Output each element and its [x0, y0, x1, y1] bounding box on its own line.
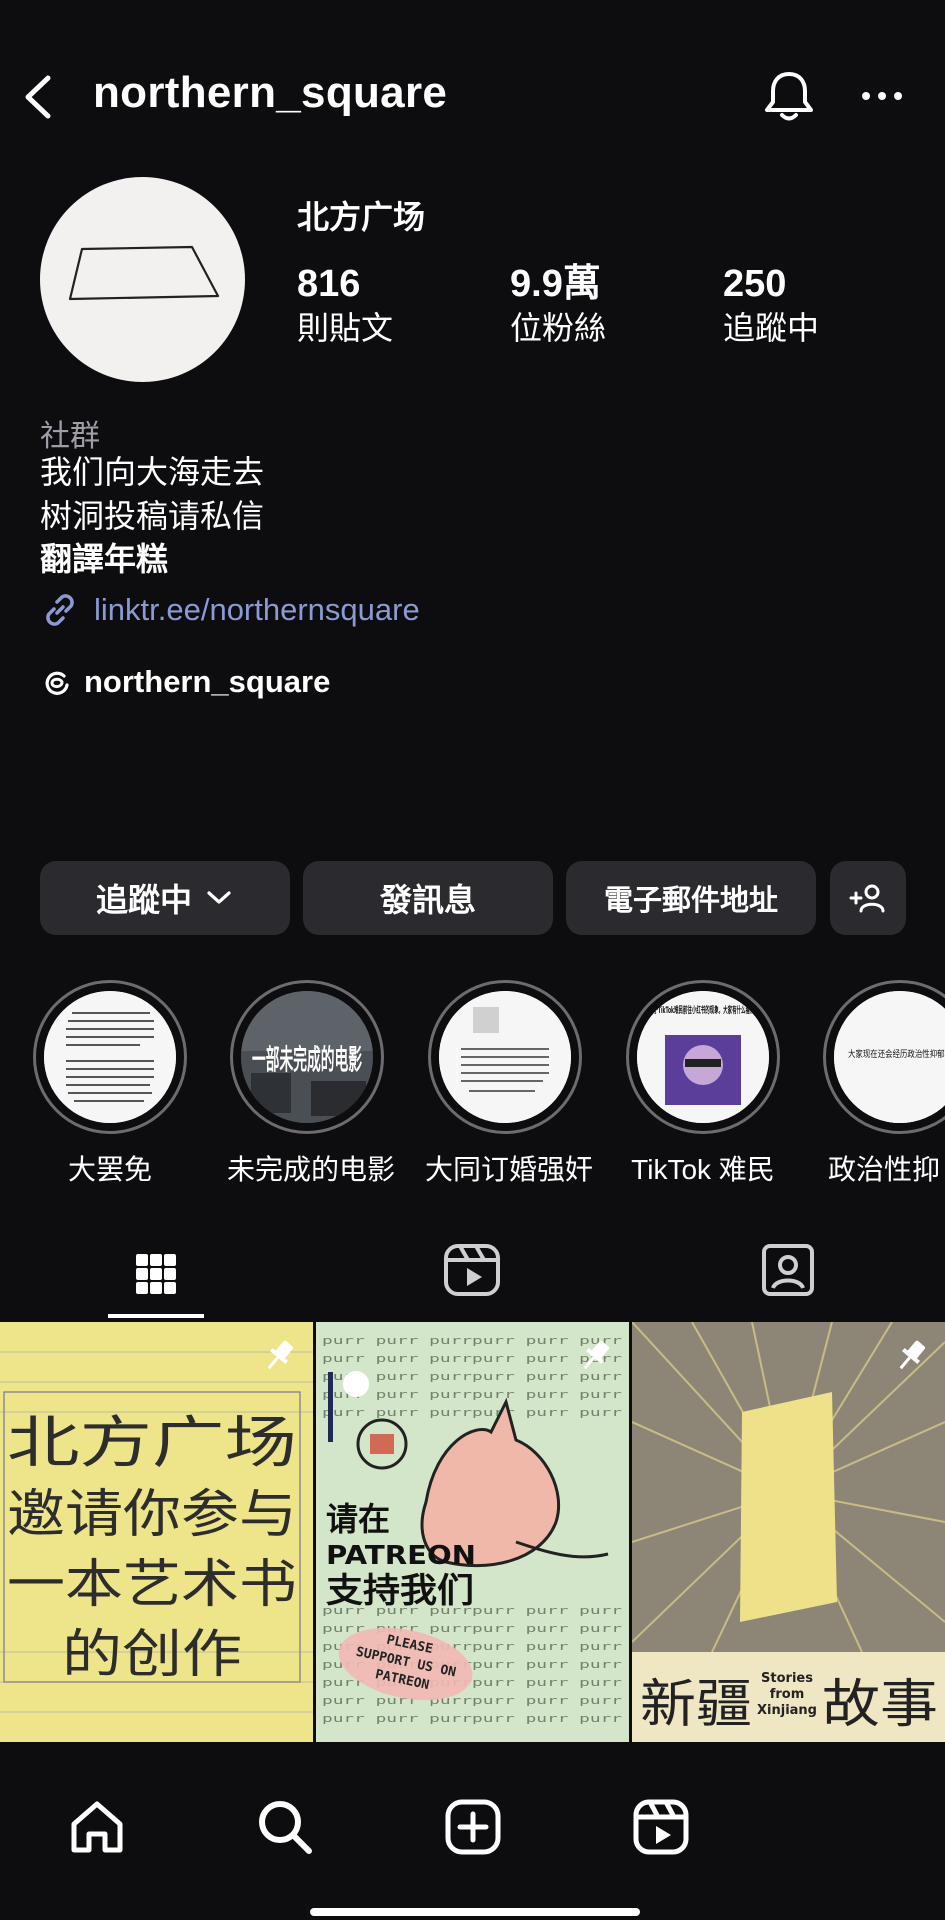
post-subtitle-line: from	[770, 1687, 805, 1702]
threads-badge[interactable]: northern_square	[40, 660, 330, 704]
threads-handle[interactable]: northern_square	[84, 664, 330, 700]
pinned-post-icon	[583, 1340, 610, 1370]
stat-following[interactable]: 250 追蹤中	[723, 262, 923, 348]
stat-followers[interactable]: 9.9萬 位粉絲	[510, 262, 710, 348]
threads-icon	[45, 671, 69, 695]
post-title-line: 支持我们	[326, 1571, 474, 1611]
display-name: 北方广场	[297, 199, 426, 235]
highlight-cover: 大家现在还会经历政治性抑郁吗	[834, 991, 945, 1123]
profile-avatar[interactable]	[40, 177, 245, 382]
highlight-ring	[428, 980, 582, 1134]
search-icon[interactable]	[254, 1796, 316, 1858]
chevron-down-icon	[207, 891, 231, 904]
highlight-ring: 对于TikTok难民前往小红书的现象，大家有什么看法?	[626, 980, 780, 1134]
highlight-cover-text: 一部未完成的电影	[252, 1043, 362, 1076]
active-tab-indicator	[108, 1314, 204, 1318]
following-button[interactable]: 追蹤中	[40, 861, 290, 935]
pinned-post-icon	[899, 1340, 926, 1370]
stat-posts[interactable]: 816 則貼文	[297, 262, 497, 348]
highlight-label: 大同订婚强奸	[425, 1154, 594, 1185]
back-arrow-icon[interactable]	[18, 72, 68, 122]
film-poster-thumbnail-icon: 一部未完成的电影	[241, 991, 373, 1123]
create-post-icon[interactable]	[442, 1796, 504, 1858]
bio-line: 树洞投稿请私信	[40, 498, 265, 534]
bottom-navigation-bar	[0, 1746, 945, 1920]
home-indicator	[310, 1908, 640, 1916]
post-thumbnail[interactable]: purr purr purrpurr purr purr purr purr p…	[316, 1322, 629, 1742]
post-text-line: 一本艺术书	[7, 1555, 297, 1615]
following-label: 追蹤中	[723, 310, 820, 346]
more-options-icon[interactable]	[858, 78, 906, 114]
notification-bell-icon[interactable]	[760, 68, 818, 126]
background-pattern-text: purr purr purrpurr purr purr	[322, 1406, 623, 1419]
profile-category: 社群	[40, 420, 100, 453]
highlight-item[interactable]: 一部未完成的电影 未完成的电影	[227, 980, 396, 1188]
highlight-label: 未完成的电影	[227, 1154, 396, 1185]
followers-label: 位粉絲	[510, 310, 607, 346]
reels-icon[interactable]	[630, 1796, 692, 1858]
following-count: 250	[723, 263, 787, 305]
highlight-cover	[439, 991, 571, 1123]
posts-grid-tab-icon[interactable]	[108, 1234, 204, 1314]
post-title-line: 请在	[326, 1500, 390, 1538]
post-thumbnail[interactable]: 新疆 故事 Stories from Xinjiang	[632, 1322, 945, 1742]
post-text-line: 的创作	[62, 1625, 242, 1685]
highlight-cover-text: 大家现在还会经历政治性抑郁吗	[848, 1048, 945, 1060]
reels-tab-icon[interactable]	[440, 1240, 504, 1300]
followers-count: 9.9萬	[510, 263, 601, 305]
highlight-label: TikTok 难民	[631, 1154, 775, 1185]
xinjiang-stories-post: 新疆 故事 Stories from Xinjiang	[632, 1322, 945, 1742]
trapezoid-logo-icon	[68, 245, 220, 301]
highlight-cover: 一部未完成的电影	[241, 991, 373, 1123]
highlight-ring: 一部未完成的电影	[230, 980, 384, 1134]
link-icon	[46, 594, 74, 626]
tiktok-topic-thumbnail-icon: 对于TikTok难民前往小红书的现象，大家有什么看法?	[637, 991, 769, 1123]
link-text[interactable]: linktr.ee/northernsquare	[94, 592, 420, 628]
background-pattern-text: purr purr purrpurr purr purr	[322, 1694, 623, 1707]
bio-line: 我们向大海走去	[40, 454, 265, 490]
highlight-label: 大罢免	[67, 1154, 152, 1185]
add-person-icon	[849, 884, 885, 913]
post-subtitle-line: Stories	[761, 1671, 813, 1686]
message-button[interactable]: 發訊息	[303, 861, 553, 935]
suggested-accounts-button[interactable]	[830, 861, 906, 935]
highlight-label: 政治性抑	[828, 1154, 941, 1185]
post-subtitle-line: Xinjiang	[757, 1703, 817, 1718]
profile-username: northern_square	[93, 68, 448, 117]
post-text-line: 北方广场	[7, 1411, 297, 1476]
background-pattern-text: purr purr purrpurr purr purr	[322, 1712, 623, 1725]
posts-count: 816	[297, 263, 361, 305]
following-button-label: 追蹤中	[95, 882, 192, 918]
highlight-item[interactable]: 对于TikTok难民前往小红书的现象，大家有什么看法? TikTok 难民	[623, 980, 783, 1188]
pinned-post-icon	[267, 1340, 294, 1370]
highlight-item[interactable]: 大家现在还会经历政治性抑郁吗 政治性抑	[820, 980, 945, 1188]
highlight-cover: 对于TikTok难民前往小红书的现象，大家有什么看法?	[637, 991, 769, 1123]
highlight-cover-text: 对于TikTok难民前往小红书的现象，大家有什么看法?	[649, 1004, 757, 1016]
screenshot-thumbnail-icon	[439, 991, 571, 1123]
highlight-ring: 大家现在还会经历政治性抑郁吗	[823, 980, 945, 1134]
post-title-line: PATREON	[326, 1541, 476, 1571]
highlight-ring	[33, 980, 187, 1134]
post-title-right: 故事	[822, 1675, 938, 1735]
home-icon[interactable]	[66, 1796, 128, 1858]
highlight-item[interactable]: 大同订婚强奸	[425, 980, 594, 1188]
text-card-thumbnail-icon: 大家现在还会经历政治性抑郁吗	[834, 991, 945, 1123]
bio-link[interactable]: linktr.ee/northernsquare	[40, 588, 420, 632]
text-document-thumbnail-icon	[44, 991, 176, 1123]
post-text-line: 邀请你参与	[7, 1485, 297, 1545]
email-button[interactable]: 電子郵件地址	[566, 861, 816, 935]
highlight-cover	[44, 991, 176, 1123]
highlight-item[interactable]: 大罢免	[30, 980, 190, 1188]
post-thumbnail[interactable]: 北方广场 邀请你参与 一本艺术书 的创作	[0, 1322, 313, 1742]
patreon-support-post: purr purr purrpurr purr purr purr purr p…	[316, 1322, 629, 1742]
post-title-left: 新疆	[640, 1675, 752, 1735]
tagged-tab-icon[interactable]	[756, 1240, 820, 1300]
posts-label: 則貼文	[297, 310, 394, 346]
art-book-invitation-post: 北方广场 邀请你参与 一本艺术书 的创作	[0, 1322, 313, 1742]
bio-line[interactable]: 翻譯年糕	[40, 539, 168, 579]
